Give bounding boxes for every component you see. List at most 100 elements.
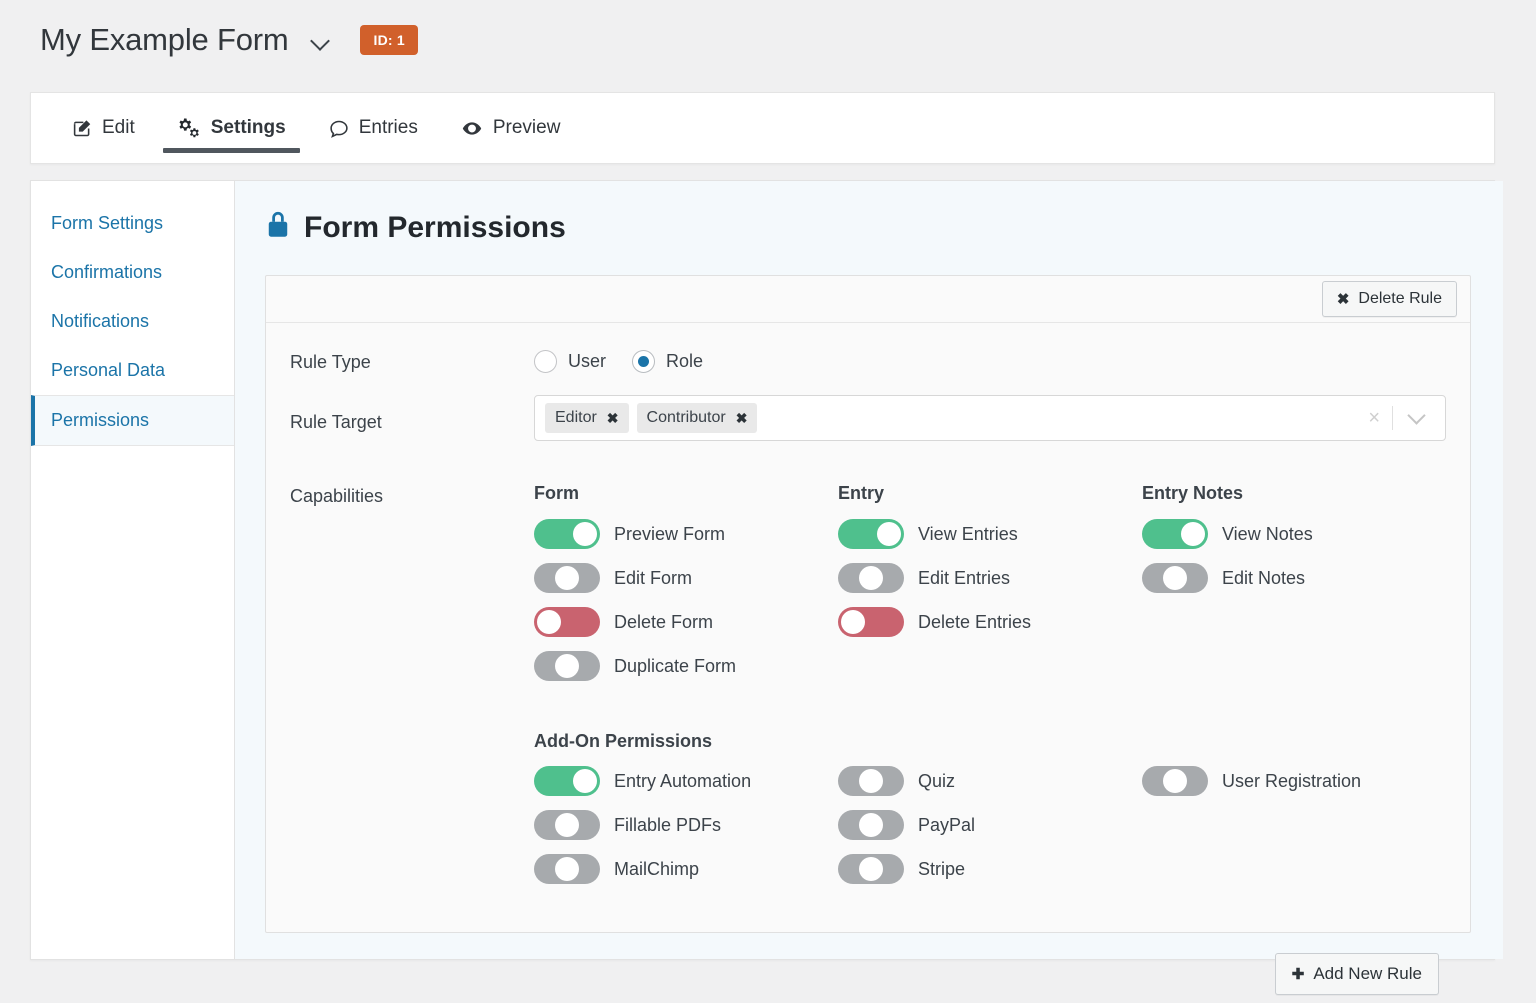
form-header: My Example Form ID: 1	[40, 22, 418, 58]
sidebar-item-form-settings[interactable]: Form Settings	[31, 199, 234, 248]
tab-edit[interactable]: Edit	[58, 93, 149, 163]
tag-remove-icon[interactable]: ✖	[736, 411, 748, 425]
addon-entry-automation[interactable]: Entry Automation	[534, 766, 838, 796]
capability-label: View Notes	[1222, 524, 1313, 545]
radio-option-role[interactable]: Role	[632, 350, 703, 373]
capability-label: Preview Form	[614, 524, 725, 545]
radio-role-input[interactable]	[632, 350, 655, 373]
page-title: My Example Form	[40, 22, 288, 58]
capability-column-entry: Entry View Entries Edit Entries	[838, 483, 1142, 695]
toggle-switch[interactable]	[838, 519, 904, 549]
tab-entries[interactable]: Entries	[314, 93, 432, 163]
toggle-switch[interactable]	[1142, 563, 1208, 593]
capability-delete-form[interactable]: Delete Form	[534, 607, 838, 637]
addon-label: Fillable PDFs	[614, 815, 721, 836]
gears-icon	[177, 117, 202, 140]
chevron-down-icon[interactable]	[1393, 414, 1439, 422]
delete-rule-label: Delete Rule	[1358, 290, 1442, 308]
rule-target-tag[interactable]: Contributor ✖	[637, 403, 758, 433]
lock-icon	[265, 209, 291, 247]
tab-bar: Edit Settings Entries	[30, 92, 1495, 164]
toggle-switch[interactable]	[534, 563, 600, 593]
toggle-switch[interactable]	[534, 766, 600, 796]
addon-fillable-pdfs[interactable]: Fillable PDFs	[534, 810, 838, 840]
sidebar-item-notifications[interactable]: Notifications	[31, 297, 234, 346]
toggle-switch[interactable]	[838, 563, 904, 593]
addon-paypal[interactable]: PayPal	[838, 810, 1142, 840]
capability-label: Delete Entries	[918, 612, 1031, 633]
capabilities-row: Capabilities Form Preview Form	[266, 483, 1470, 695]
eye-icon	[460, 118, 484, 139]
toggle-switch[interactable]	[1142, 519, 1208, 549]
addon-label: Entry Automation	[614, 771, 751, 792]
plus-icon: ✚	[1292, 967, 1305, 982]
clear-selection-icon[interactable]: ×	[1356, 408, 1392, 428]
addon-column-1: Entry Automation Fillable PDFs MailChimp	[534, 766, 838, 898]
page-root: My Example Form ID: 1 Edit Settin	[0, 0, 1536, 1003]
capability-delete-entries[interactable]: Delete Entries	[838, 607, 1142, 637]
capability-view-notes[interactable]: View Notes	[1142, 519, 1446, 549]
close-icon: ✖	[1337, 292, 1350, 307]
add-new-rule-button[interactable]: ✚ Add New Rule	[1275, 953, 1439, 995]
sidebar-item-confirmations[interactable]: Confirmations	[31, 248, 234, 297]
content-heading: Form Permissions	[265, 209, 1471, 247]
tab-preview-label: Preview	[493, 117, 561, 139]
radio-user-input[interactable]	[534, 350, 557, 373]
content-heading-text: Form Permissions	[304, 211, 566, 245]
toggle-switch[interactable]	[838, 766, 904, 796]
capability-label: View Entries	[918, 524, 1018, 545]
sidebar-item-personal-data[interactable]: Personal Data	[31, 346, 234, 395]
toggle-switch[interactable]	[534, 607, 600, 637]
rule-target-tag[interactable]: Editor ✖	[545, 403, 629, 433]
capability-label: Edit Entries	[918, 568, 1010, 589]
tag-remove-icon[interactable]: ✖	[607, 411, 619, 425]
addon-label: Quiz	[918, 771, 955, 792]
permission-rule-card: ✖ Delete Rule Rule Type User	[265, 275, 1471, 933]
capabilities-columns: Form Preview Form Edit Form	[534, 483, 1446, 695]
addon-user-registration[interactable]: User Registration	[1142, 766, 1446, 796]
addon-mailchimp[interactable]: MailChimp	[534, 854, 838, 884]
addon-label: User Registration	[1222, 771, 1361, 792]
rule-card-footer: ✚ Add New Rule	[265, 933, 1471, 995]
rule-target-row: Rule Target Editor ✖ Contributor ✖	[266, 403, 1470, 441]
toggle-switch[interactable]	[534, 854, 600, 884]
tab-settings[interactable]: Settings	[163, 93, 300, 163]
rule-target-multiselect[interactable]: Editor ✖ Contributor ✖ ×	[534, 395, 1446, 441]
tab-edit-label: Edit	[102, 117, 135, 139]
capability-edit-notes[interactable]: Edit Notes	[1142, 563, 1446, 593]
capability-column-entry-notes: Entry Notes View Notes Edit Notes	[1142, 483, 1446, 695]
capability-column-heading: Entry	[838, 483, 1142, 504]
addon-quiz[interactable]: Quiz	[838, 766, 1142, 796]
toggle-switch[interactable]	[1142, 766, 1208, 796]
capability-duplicate-form[interactable]: Duplicate Form	[534, 651, 838, 681]
sidebar-item-permissions[interactable]: Permissions	[31, 395, 234, 446]
rule-type-row: Rule Type User Role	[266, 349, 1470, 373]
tag-label: Contributor	[647, 409, 726, 427]
toggle-switch[interactable]	[534, 810, 600, 840]
tab-settings-label: Settings	[211, 117, 286, 139]
addon-stripe[interactable]: Stripe	[838, 854, 1142, 884]
radio-option-user[interactable]: User	[534, 350, 606, 373]
toggle-switch[interactable]	[838, 854, 904, 884]
capability-view-entries[interactable]: View Entries	[838, 519, 1142, 549]
rule-card-body: Rule Type User Role	[266, 323, 1470, 932]
rule-type-radio-group: User Role	[534, 349, 703, 373]
capability-column-heading: Entry Notes	[1142, 483, 1446, 504]
chevron-down-icon[interactable]	[310, 31, 332, 53]
tab-preview[interactable]: Preview	[446, 93, 575, 163]
rule-type-label: Rule Type	[290, 349, 534, 373]
addon-label: MailChimp	[614, 859, 699, 880]
capability-column-form: Form Preview Form Edit Form	[534, 483, 838, 695]
addon-column-3: User Registration	[1142, 766, 1446, 898]
toggle-switch[interactable]	[838, 810, 904, 840]
toggle-switch[interactable]	[838, 607, 904, 637]
toggle-switch[interactable]	[534, 519, 600, 549]
capability-preview-form[interactable]: Preview Form	[534, 519, 838, 549]
comment-bubble-icon	[328, 118, 350, 139]
delete-rule-button[interactable]: ✖ Delete Rule	[1322, 281, 1457, 317]
capability-edit-entries[interactable]: Edit Entries	[838, 563, 1142, 593]
toggle-switch[interactable]	[534, 651, 600, 681]
permissions-content: Form Permissions ✖ Delete Rule Rule Type	[235, 181, 1503, 959]
capability-edit-form[interactable]: Edit Form	[534, 563, 838, 593]
capability-column-heading: Form	[534, 483, 838, 504]
